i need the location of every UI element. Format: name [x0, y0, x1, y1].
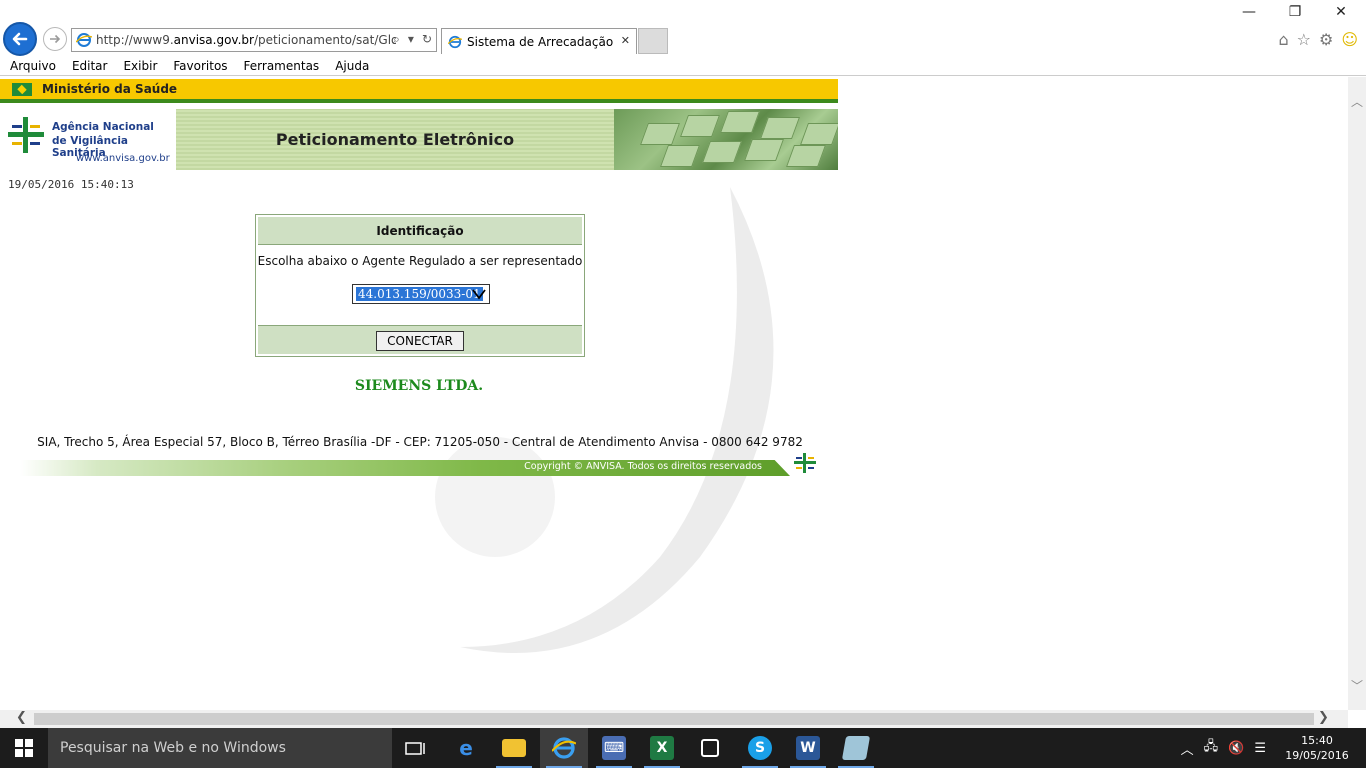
task-view-icon	[405, 742, 425, 755]
scroll-up-icon[interactable]: ︿	[1351, 93, 1363, 110]
scroll-left-icon[interactable]: ❮	[16, 710, 27, 725]
web-page: Ministério da Saúde Agência Nacional de …	[0, 77, 1348, 710]
url-text[interactable]: http://www9.anvisa.gov.br/peticionamento…	[96, 33, 396, 47]
taskbar-app-edge[interactable]: e	[442, 728, 490, 768]
windows-taskbar: Pesquisar na Web e no Windows e ⌨ X S W …	[0, 728, 1366, 768]
agent-select[interactable]: 44.013.159/0033-01	[352, 284, 490, 304]
taskbar-clock[interactable]: 15:40 19/05/2016	[1278, 733, 1356, 763]
taskbar-app-internet-explorer[interactable]	[540, 728, 588, 768]
ie-tab-icon	[448, 35, 462, 48]
back-arrow-icon	[12, 32, 28, 46]
volume-muted-icon[interactable]: 🔇	[1228, 741, 1244, 756]
menu-ferramentas[interactable]: Ferramentas	[244, 59, 320, 73]
chevron-down-icon	[472, 289, 486, 300]
horizontal-scroll-thumb[interactable]	[34, 713, 1314, 725]
banner-title-area: Peticionamento Eletrônico	[176, 109, 614, 170]
home-icon[interactable]: ⌂	[1278, 30, 1288, 49]
system-tray: ︿ 🖧 🔇 ☰ 15:40 19/05/2016	[1181, 728, 1366, 768]
search-icon[interactable]: ⌕	[393, 32, 400, 47]
ministry-bar: Ministério da Saúde	[0, 79, 838, 103]
task-view-button[interactable]	[392, 728, 440, 768]
taskbar-app-network[interactable]: ⌨	[590, 728, 638, 768]
footer-bar: Copyright © ANVISA. Todos os direitos re…	[20, 460, 790, 476]
taskbar-app-notes[interactable]	[832, 728, 880, 768]
anvisa-cross-icon	[8, 117, 44, 153]
settings-gear-icon[interactable]: ⚙	[1319, 30, 1333, 49]
taskbar-search-input[interactable]: Pesquisar na Web e no Windows	[48, 728, 392, 768]
forward-arrow-icon	[50, 34, 61, 44]
clock-date: 19/05/2016	[1285, 749, 1349, 762]
identification-footer: CONECTAR	[258, 325, 582, 354]
start-button[interactable]	[0, 728, 48, 768]
footer-address: SIA, Trecho 5, Área Especial 57, Bloco B…	[37, 435, 803, 449]
identification-heading: Identificação	[258, 217, 582, 245]
forward-button[interactable]	[43, 27, 67, 51]
new-tab-button[interactable]	[638, 28, 668, 54]
identification-panel: Identificação Escolha abaixo o Agente Re…	[255, 214, 585, 357]
word-icon: W	[796, 736, 820, 760]
menu-bar: Arquivo Editar Exibir Favoritos Ferramen…	[0, 56, 1366, 76]
company-name: SIEMENS LTDA.	[354, 378, 484, 394]
tab-sistema-arrecadacao[interactable]: Sistema de Arrecadação - A... ✕	[441, 28, 637, 54]
agency-name-line1: Agência Nacional	[52, 121, 154, 133]
folder-icon	[502, 739, 526, 757]
banner-title: Peticionamento Eletrônico	[275, 130, 515, 149]
scroll-down-icon[interactable]: ﹀	[1351, 677, 1363, 694]
vertical-scrollbar[interactable]: ︿ ﹀	[1348, 77, 1366, 710]
dropdown-icon[interactable]: ▾	[408, 32, 414, 47]
taskbar-app-excel[interactable]: X	[638, 728, 686, 768]
skype-icon: S	[748, 736, 772, 760]
refresh-icon[interactable]: ↻	[422, 32, 432, 47]
tab-title: Sistema de Arrecadação - A...	[467, 34, 617, 49]
scroll-right-icon[interactable]: ❯	[1318, 710, 1329, 725]
close-window-button[interactable]: ✕	[1318, 4, 1364, 20]
brazil-flag-icon	[12, 82, 32, 96]
menu-arquivo[interactable]: Arquivo	[10, 59, 56, 73]
taskbar-app-store[interactable]	[686, 728, 734, 768]
ie-page-icon	[76, 33, 92, 47]
taskbar-app-file-explorer[interactable]	[490, 728, 538, 768]
connect-button[interactable]: CONECTAR	[376, 331, 464, 351]
ministry-title: Ministério da Saúde	[42, 82, 178, 96]
copyright-text: Copyright © ANVISA. Todos os direitos re…	[524, 461, 762, 472]
agency-url: www.anvisa.gov.br	[76, 153, 170, 164]
edge-icon: e	[459, 736, 473, 760]
agent-select-value: 44.013.159/0033-01	[356, 287, 483, 301]
menu-editar[interactable]: Editar	[72, 59, 108, 73]
notes-icon	[841, 736, 871, 760]
action-center-icon[interactable]: ☰	[1254, 741, 1266, 756]
minimize-button[interactable]: —	[1226, 4, 1272, 20]
taskbar-app-word[interactable]: W	[784, 728, 832, 768]
browser-chrome: http://www9.anvisa.gov.br/peticionamento…	[0, 0, 1366, 76]
taskbar-app-skype[interactable]: S	[736, 728, 784, 768]
store-bag-icon	[701, 739, 719, 757]
smiley-feedback-icon[interactable]: ☺	[1341, 30, 1358, 49]
address-bar[interactable]: http://www9.anvisa.gov.br/peticionamento…	[71, 28, 437, 52]
restore-button[interactable]: ❐	[1272, 4, 1318, 20]
tray-overflow-chevron-icon[interactable]: ︿	[1181, 739, 1194, 758]
horizontal-scrollbar[interactable]: ❮ ❯	[0, 710, 1348, 728]
anvisa-logo[interactable]: Agência Nacional de Vigilância Sanitária…	[0, 109, 176, 170]
internet-explorer-icon	[552, 737, 576, 759]
clock-time: 15:40	[1301, 734, 1333, 747]
identification-instruction: Escolha abaixo o Agente Regulado a ser r…	[257, 254, 583, 268]
network-tray-icon[interactable]: 🖧	[1204, 737, 1219, 759]
anvisa-footer-logo-icon	[794, 453, 816, 473]
keyboard-banner-image	[614, 109, 838, 170]
menu-exibir[interactable]: Exibir	[123, 59, 157, 73]
windows-logo-icon	[15, 739, 33, 757]
current-datetime: 19/05/2016 15:40:13	[8, 178, 134, 191]
back-button[interactable]	[3, 22, 37, 56]
menu-ajuda[interactable]: Ajuda	[335, 59, 369, 73]
menu-favoritos[interactable]: Favoritos	[173, 59, 227, 73]
excel-icon: X	[650, 736, 674, 760]
network-computer-icon: ⌨	[602, 736, 626, 760]
tab-close-icon[interactable]: ✕	[621, 34, 630, 47]
header-banner: Agência Nacional de Vigilância Sanitária…	[0, 109, 838, 170]
favorites-star-icon[interactable]: ☆	[1297, 30, 1311, 49]
